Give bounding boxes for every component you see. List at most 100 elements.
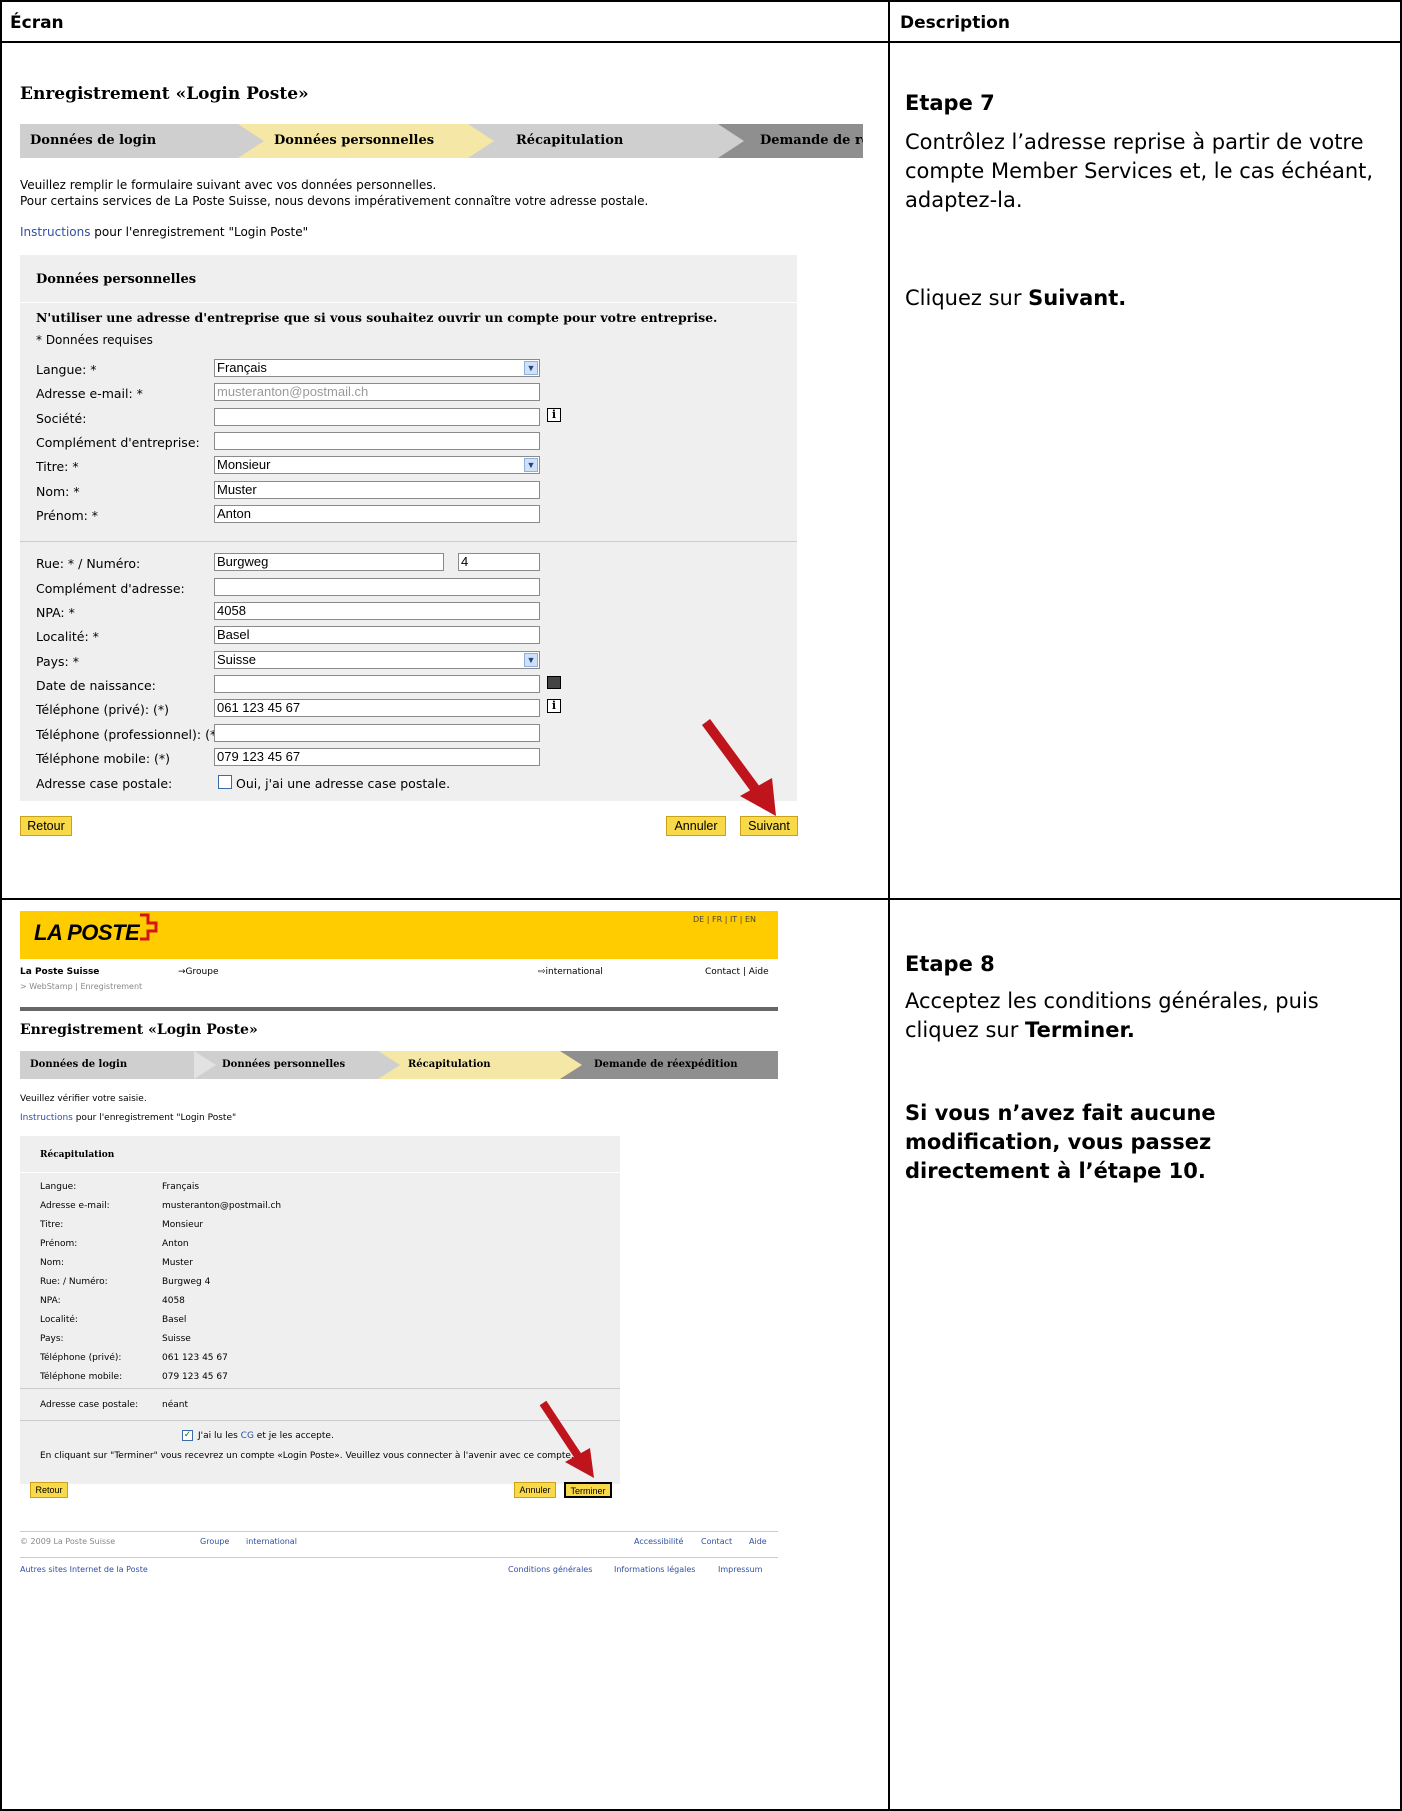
footer-link-group[interactable]: Groupe: [200, 1537, 229, 1546]
po-box-value: néant: [162, 1400, 188, 1410]
info-icon[interactable]: i: [547, 699, 561, 713]
last-name-field[interactable]: Muster: [214, 481, 540, 499]
po-box-checkbox[interactable]: [218, 775, 232, 789]
panel-title: Données personnelles: [36, 272, 197, 287]
panel-divider: [20, 302, 797, 303]
address-complement-field[interactable]: [214, 578, 540, 596]
cancel-button[interactable]: Annuler: [514, 1482, 556, 1498]
field-label: Pays: *: [36, 654, 79, 669]
street-number-field[interactable]: 4: [458, 553, 540, 571]
footer-link-terms[interactable]: Conditions générales: [508, 1565, 592, 1574]
po-box-checkbox-label: Oui, j'ai une adresse case postale.: [236, 776, 451, 791]
country-select[interactable]: Suisse ▼: [214, 651, 540, 669]
terms-link[interactable]: CG: [241, 1431, 254, 1441]
calendar-icon[interactable]: [547, 676, 561, 689]
page-title: Enregistrement «Login Poste»: [20, 84, 309, 104]
language-switcher[interactable]: DE | FR | IT | EN: [693, 915, 756, 924]
footer-link-contact[interactable]: Contact: [701, 1537, 732, 1546]
field-label: Téléphone (professionnel): (*): [36, 727, 222, 742]
summary-label: Nom:: [40, 1258, 65, 1268]
progress-step-arrow: [718, 124, 744, 158]
row-divider: [0, 898, 1402, 900]
table-border-left: [0, 0, 2, 1811]
step7-heading: Etape 7: [905, 91, 995, 115]
summary-label: Adresse e-mail:: [40, 1201, 110, 1211]
summary-value: Basel: [162, 1315, 187, 1325]
verify-instruction: Veuillez vérifier votre saisie.: [20, 1094, 147, 1104]
required-note: * Données requises: [36, 333, 153, 347]
footer-link-other-sites[interactable]: Autres sites Internet de la Poste: [20, 1565, 148, 1574]
first-name-field[interactable]: Anton: [214, 505, 540, 523]
title-select[interactable]: Monsieur ▼: [214, 456, 540, 474]
city-field[interactable]: Basel: [214, 626, 540, 644]
summary-label: Langue:: [40, 1182, 77, 1192]
next-button[interactable]: Suivant: [740, 816, 798, 836]
summary-value: Muster: [162, 1258, 193, 1268]
summary-label: Titre:: [40, 1220, 64, 1230]
page-title: Enregistrement «Login Poste»: [20, 1022, 258, 1038]
field-label: NPA: *: [36, 605, 75, 620]
red-arrow-icon: [701, 719, 776, 816]
la-poste-logo[interactable]: LA POSTE: [34, 920, 140, 946]
column-header-description: Description: [900, 13, 1010, 33]
field-label: Rue: * / Numéro:: [36, 556, 141, 571]
footer-link-accessibility[interactable]: Accessibilité: [634, 1537, 683, 1546]
intro-line-2: Pour certains services de La Poste Suiss…: [20, 194, 649, 208]
table-border-top: [0, 0, 1402, 2]
footer-link-impressum[interactable]: Impressum: [718, 1565, 762, 1574]
field-label: Titre: *: [36, 459, 79, 474]
back-button[interactable]: Retour: [20, 816, 72, 836]
nav-international[interactable]: ⇨international: [538, 967, 603, 977]
info-icon[interactable]: i: [547, 408, 561, 422]
step8-note: Si vous n’avez fait aucune modification,…: [905, 1101, 1216, 1183]
nav-contact-help[interactable]: Contact | Aide: [705, 967, 769, 977]
nav-group[interactable]: →Groupe: [178, 967, 218, 977]
footer-link-help[interactable]: Aide: [749, 1537, 767, 1546]
terms-checkbox[interactable]: ✓: [182, 1430, 193, 1441]
footer-link-international[interactable]: international: [246, 1537, 297, 1546]
email-field[interactable]: musteranton@postmail.ch: [214, 383, 540, 401]
field-label: Adresse case postale:: [36, 776, 173, 791]
intro-line-1: Veuillez remplir le formulaire suivant a…: [20, 178, 437, 192]
progress-step-forwarding: Demande de réexpédition: [560, 1051, 778, 1079]
progress-step-login: Données de login: [20, 124, 238, 158]
progress-step-personal: Données personnelles: [238, 124, 468, 158]
finish-button[interactable]: Terminer: [564, 1482, 612, 1498]
company-field[interactable]: [214, 408, 540, 426]
summary-label: Rue: / Numéro:: [40, 1277, 108, 1287]
chevron-down-icon: ▼: [524, 361, 538, 375]
step7-description: Contrôlez l’adresse reprise à partir de …: [905, 130, 1374, 212]
footer-link-legal[interactable]: Informations légales: [614, 1565, 695, 1574]
cancel-button[interactable]: Annuler: [666, 816, 726, 836]
nav-site[interactable]: La Poste Suisse: [20, 967, 99, 977]
column-header-screen: Écran: [10, 13, 64, 33]
summary-label: Téléphone mobile:: [40, 1372, 123, 1382]
field-label: Complément d'entreprise:: [36, 435, 200, 450]
step8-description: Acceptez les conditions générales, puis …: [905, 989, 1319, 1042]
private-phone-field[interactable]: 061 123 45 67: [214, 699, 540, 717]
company-complement-field[interactable]: [214, 432, 540, 450]
birthdate-field[interactable]: [214, 675, 540, 693]
progress-step-summary: Récapitulation: [468, 124, 718, 158]
postcode-field[interactable]: 4058: [214, 602, 540, 620]
mobile-phone-field[interactable]: 079 123 45 67: [214, 748, 540, 766]
progress-step-arrow: [560, 1051, 582, 1079]
summary-label: NPA:: [40, 1296, 61, 1306]
field-label: Adresse e-mail: *: [36, 386, 143, 401]
field-label: Prénom: *: [36, 508, 99, 523]
back-button[interactable]: Retour: [30, 1482, 68, 1498]
step8-heading: Etape 8: [905, 952, 995, 976]
work-phone-field[interactable]: [214, 724, 540, 742]
progress-step-arrow: [378, 1051, 400, 1079]
panel-divider: [20, 1420, 620, 1421]
street-field[interactable]: Burgweg: [214, 553, 444, 571]
chevron-down-icon: ▼: [524, 653, 538, 667]
po-box-label: Adresse case postale:: [40, 1400, 139, 1410]
column-divider: [888, 0, 890, 1811]
instructions-link[interactable]: Instructions: [20, 1113, 73, 1123]
progress-step-arrow: [468, 124, 494, 158]
language-select[interactable]: Français ▼: [214, 359, 540, 377]
summary-value: 079 123 45 67: [162, 1372, 228, 1382]
instructions-link[interactable]: Instructions: [20, 225, 90, 239]
panel-title: Récapitulation: [40, 1150, 115, 1160]
